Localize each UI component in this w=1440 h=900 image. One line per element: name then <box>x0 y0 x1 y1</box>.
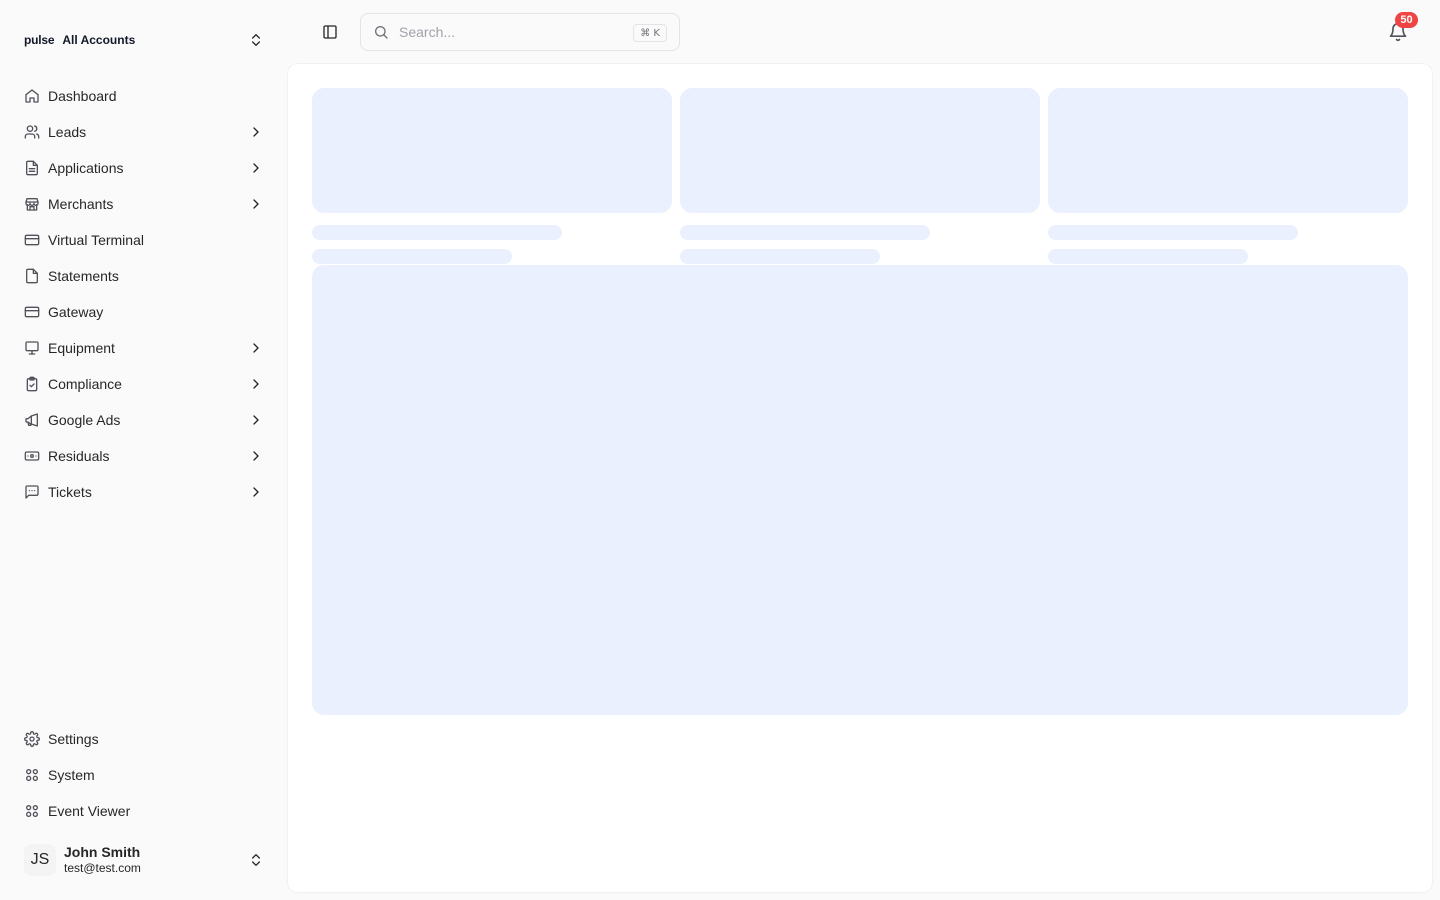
sidebar-item-residuals[interactable]: Residuals <box>16 438 272 474</box>
sidebar-item-event-viewer[interactable]: Event Viewer <box>16 793 272 829</box>
sidebar-item-tickets[interactable]: Tickets <box>16 474 272 510</box>
search-shortcut: ⌘ K <box>633 24 667 42</box>
chevrons-up-down-icon <box>252 854 260 866</box>
account-switcher[interactable]: pulse All Accounts <box>16 24 272 56</box>
search-icon <box>375 26 388 39</box>
search-bar[interactable]: ⌘ K <box>360 13 680 51</box>
sidebar-item-system[interactable]: System <box>16 757 272 793</box>
sidebar: pulse All Accounts Dashboard Leads Appli… <box>0 0 288 900</box>
account-name: All Accounts <box>62 33 136 47</box>
sidebar-item-applications[interactable]: Applications <box>16 150 272 186</box>
file-text-icon <box>26 160 38 176</box>
user-info: John Smith test@test.com <box>64 844 141 876</box>
sidebar-item-label: Residuals <box>48 448 110 464</box>
search-input[interactable] <box>399 24 619 40</box>
store-icon <box>25 198 39 211</box>
sidebar-item-label: Merchants <box>48 196 114 212</box>
sidebar-item-label: Event Viewer <box>48 803 131 819</box>
chevron-right-icon <box>253 379 259 389</box>
gear-icon <box>24 731 40 747</box>
sidebar-item-label: Google Ads <box>48 412 121 428</box>
file-icon <box>26 268 38 284</box>
sidebar-item-label: Gateway <box>48 304 104 320</box>
sidebar-item-equipment[interactable]: Equipment <box>16 330 272 366</box>
notification-badge: 50 <box>1395 12 1418 28</box>
chevron-right-icon <box>253 451 259 461</box>
skeleton-card <box>1048 88 1408 213</box>
skeleton-line <box>680 249 880 264</box>
sidebar-item-label: Applications <box>48 160 124 176</box>
sidebar-item-virtual-terminal[interactable]: Virtual Terminal <box>16 222 272 258</box>
grid-icon <box>25 805 38 817</box>
chevron-right-icon <box>253 127 259 137</box>
monitor-icon <box>25 341 39 355</box>
main-nav: Dashboard Leads Applications Merchants V… <box>16 78 272 510</box>
main-content <box>288 64 1432 892</box>
skeleton-line <box>680 225 930 240</box>
sidebar-item-label: Settings <box>48 731 99 747</box>
sidebar-item-leads[interactable]: Leads <box>16 114 272 150</box>
sidebar-item-label: System <box>48 767 95 783</box>
skeleton-card <box>680 88 1040 213</box>
skeleton-line <box>312 249 512 264</box>
home-icon <box>25 89 39 103</box>
credit-card-icon <box>24 234 40 246</box>
megaphone-icon <box>25 413 38 427</box>
chevron-right-icon <box>253 199 259 209</box>
sidebar-item-label: Leads <box>48 124 87 140</box>
chevron-right-icon <box>253 343 259 353</box>
sidebar-item-merchants[interactable]: Merchants <box>16 186 272 222</box>
skeleton-line <box>312 225 562 240</box>
skeleton-line <box>1048 225 1298 240</box>
chevron-right-icon <box>253 487 259 497</box>
sidebar-item-compliance[interactable]: Compliance <box>16 366 272 402</box>
sidebar-item-label: Tickets <box>48 484 92 500</box>
chevrons-up-down-icon <box>252 34 260 46</box>
sidebar-item-statements[interactable]: Statements <box>16 258 272 294</box>
sidebar-item-label: Virtual Terminal <box>48 232 144 248</box>
credit-card-icon <box>24 306 40 318</box>
message-square-icon <box>25 485 39 499</box>
sidebar-item-settings[interactable]: Settings <box>16 721 272 757</box>
sidebar-item-gateway[interactable]: Gateway <box>16 294 272 330</box>
sidebar-item-label: Statements <box>48 268 119 284</box>
skeleton-line <box>1048 249 1248 264</box>
sidebar-item-label: Compliance <box>48 376 122 392</box>
sidebar-item-label: Equipment <box>48 340 115 356</box>
sidebar-item-google-ads[interactable]: Google Ads <box>16 402 272 438</box>
panel-left-icon <box>323 25 337 39</box>
sidebar-toggle-button[interactable] <box>314 16 346 48</box>
user-menu[interactable]: JS John Smith test@test.com <box>16 838 272 882</box>
clipboard-check-icon <box>26 376 38 392</box>
sidebar-item-label: Dashboard <box>48 88 117 104</box>
grid-icon <box>25 769 38 781</box>
users-icon <box>24 125 40 139</box>
skeleton-panel <box>312 265 1408 715</box>
user-email: test@test.com <box>64 861 141 875</box>
secondary-nav: Settings System Event Viewer <box>16 721 272 829</box>
avatar: JS <box>24 844 56 876</box>
pulse-logo: pulse <box>24 33 55 47</box>
chevron-right-icon <box>253 163 259 173</box>
banknote-icon <box>24 451 40 461</box>
sidebar-item-dashboard[interactable]: Dashboard <box>16 78 272 114</box>
chevron-right-icon <box>253 415 259 425</box>
user-name: John Smith <box>64 844 141 860</box>
skeleton-card <box>312 88 672 213</box>
